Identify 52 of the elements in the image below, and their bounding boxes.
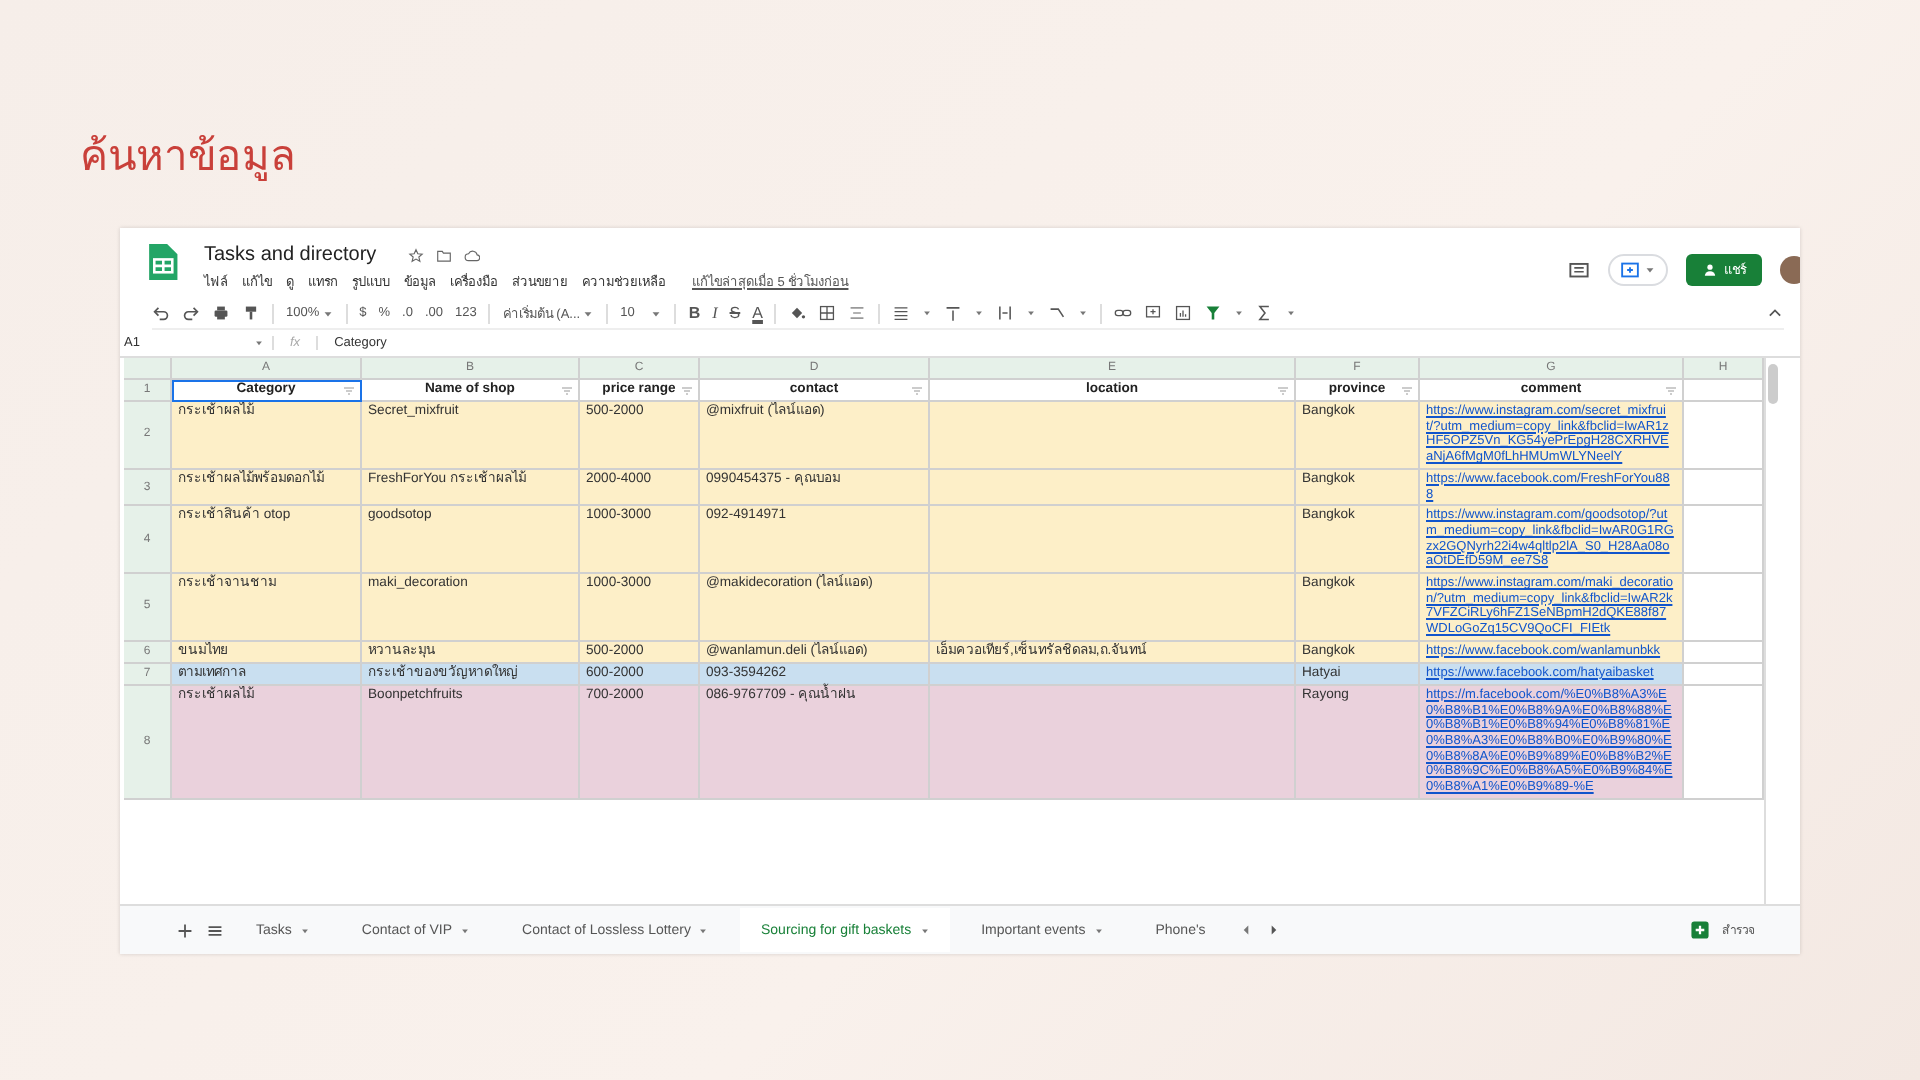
comment-icon[interactable] [1144, 304, 1163, 322]
fill-color-icon[interactable] [788, 304, 807, 322]
caret-down-icon [582, 307, 595, 319]
text-color-button[interactable]: A [752, 304, 763, 322]
star-icon[interactable] [408, 247, 425, 263]
italic-button[interactable]: I [712, 304, 718, 322]
redo-icon[interactable] [182, 304, 200, 322]
undo-icon[interactable] [152, 304, 170, 322]
avatar[interactable] [1780, 256, 1800, 284]
present-icon [1620, 260, 1640, 280]
caret-down-icon [922, 308, 933, 318]
rotate-icon[interactable] [1048, 304, 1067, 322]
caret-down-icon [1286, 308, 1297, 318]
caret-down-icon [919, 925, 930, 935]
merge-icon[interactable] [848, 304, 867, 322]
caret-down-icon [1026, 308, 1037, 318]
caret-down-icon [650, 307, 663, 319]
caret-down-icon [1234, 308, 1245, 318]
filter-icon[interactable] [1204, 304, 1223, 322]
align-icon[interactable] [892, 304, 911, 322]
caret-up-icon[interactable] [1766, 304, 1784, 322]
caret-down-icon [1644, 264, 1656, 276]
chat-icon[interactable] [1568, 259, 1590, 281]
document-title[interactable]: Tasks and directory [204, 244, 377, 266]
caret-down-icon [974, 308, 985, 318]
wrap-icon[interactable] [996, 304, 1015, 322]
print-icon[interactable] [212, 304, 230, 322]
person-icon [1702, 262, 1718, 278]
caret-down-icon [460, 925, 471, 935]
borders-icon[interactable] [818, 304, 837, 322]
slide-title: ค้นหาข้อมูล [80, 130, 296, 185]
caret-down-icon [698, 925, 709, 935]
present-button[interactable] [1608, 254, 1668, 286]
sheets-logo-icon [144, 244, 180, 280]
folder-icon[interactable] [436, 247, 453, 263]
caret-down-icon [254, 338, 264, 348]
caret-down-icon [321, 307, 334, 319]
chart-icon[interactable] [1174, 304, 1193, 322]
explore-icon[interactable] [1690, 920, 1710, 940]
caret-down-icon [1078, 308, 1089, 318]
bold-button[interactable]: B [688, 304, 701, 322]
paint-format-icon[interactable] [242, 304, 260, 322]
caret-down-icon [1093, 925, 1104, 935]
strikethrough-button[interactable]: S [729, 304, 741, 322]
list-icon[interactable] [206, 921, 224, 939]
valign-icon[interactable] [944, 304, 963, 322]
sigma-icon[interactable] [1256, 304, 1275, 322]
plus-icon[interactable] [176, 921, 194, 939]
link-icon[interactable] [1114, 304, 1133, 322]
caret-down-icon [299, 925, 310, 935]
cloud-icon[interactable] [464, 247, 481, 263]
scrollbar-thumb[interactable] [1768, 364, 1778, 404]
